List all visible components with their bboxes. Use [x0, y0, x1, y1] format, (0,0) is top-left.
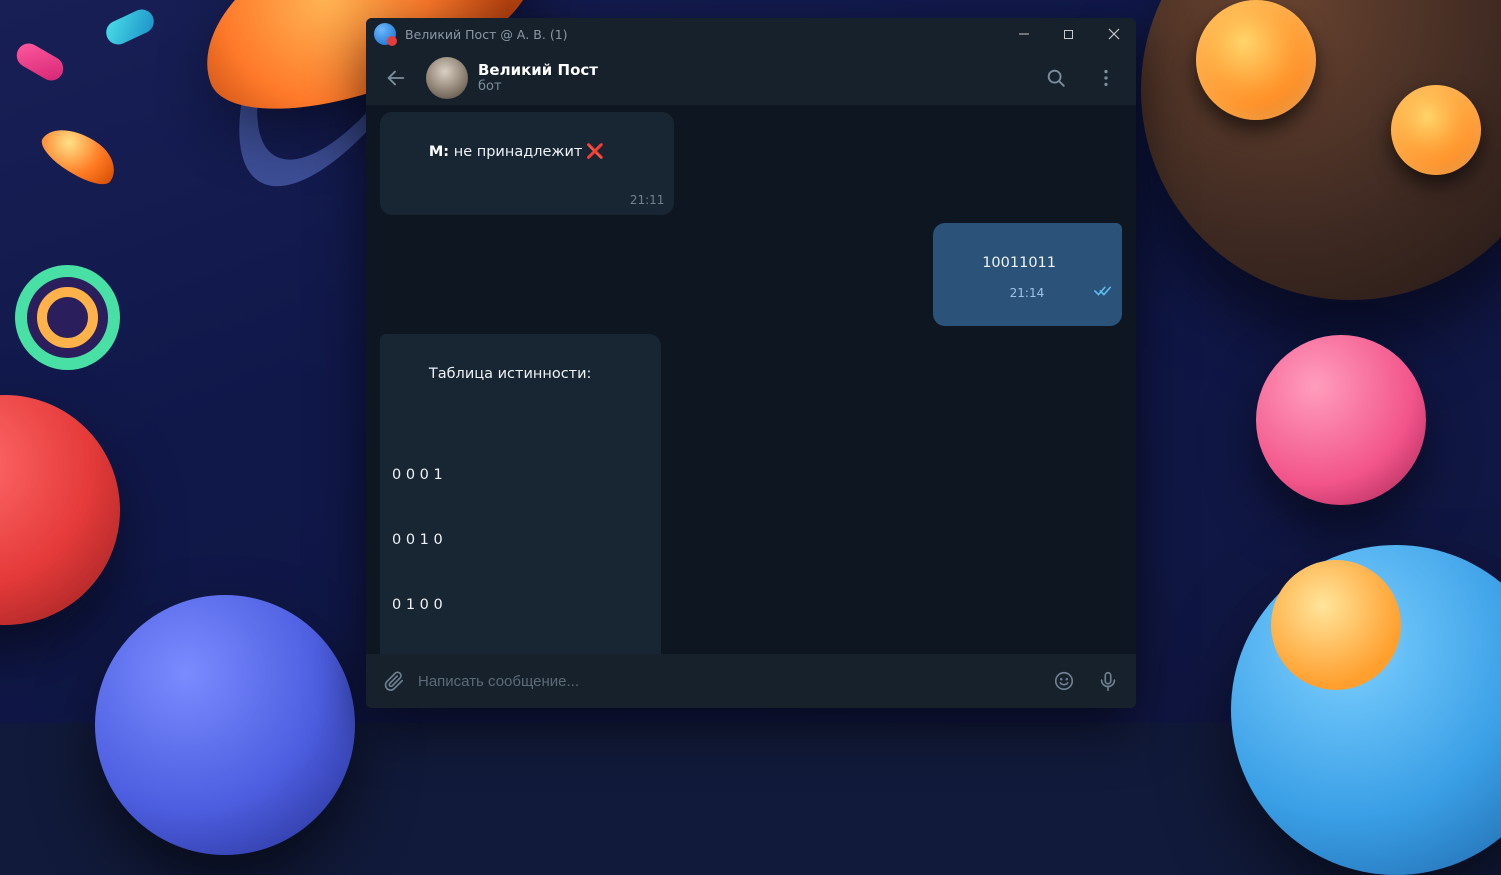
voice-message-icon[interactable] [1088, 661, 1128, 701]
truth-table-row: 0 0 1 0 [392, 530, 591, 552]
telegram-window: Великий Пост @ А. В. (1) Великий Пост бо… [366, 18, 1136, 708]
chat-title-block[interactable]: Великий Пост бот [478, 61, 598, 95]
window-maximize-button[interactable] [1046, 18, 1091, 50]
message-row: 10011011 21:14 [380, 223, 1122, 326]
message-time: 21:11 [630, 191, 665, 209]
emoji-icon[interactable] [1044, 661, 1084, 701]
more-menu-icon[interactable] [1086, 58, 1126, 98]
chat-subtitle: бот [478, 79, 598, 95]
composer [366, 654, 1136, 708]
chat-header: Великий Пост бот [366, 50, 1136, 106]
class-value: не принадлежит [449, 144, 582, 160]
class-label: M: [429, 144, 449, 160]
truth-table-row: 0 1 0 0 [392, 595, 591, 617]
messages-pane[interactable]: M: не принадлежит❌ 21:11 10011011 21:14 … [366, 106, 1136, 654]
message-row: M: не принадлежит❌ 21:11 [380, 112, 1122, 215]
truth-table-row: 0 0 0 1 [392, 465, 591, 487]
window-title: Великий Пост @ А. В. (1) [405, 27, 568, 42]
message-row: Таблица истинности: 0 0 0 1 0 0 1 0 0 1 … [380, 334, 1122, 654]
user-message[interactable]: 10011011 21:14 [933, 223, 1122, 326]
window-titlebar[interactable]: Великий Пост @ А. В. (1) [366, 18, 1136, 50]
window-close-button[interactable] [1091, 18, 1136, 50]
chat-title: Великий Пост [478, 61, 598, 79]
window-minimize-button[interactable] [1001, 18, 1046, 50]
back-button[interactable] [376, 58, 416, 98]
message-time: 21:14 [1010, 284, 1045, 302]
cross-icon: ❌ [586, 144, 604, 160]
bot-message[interactable]: M: не принадлежит❌ 21:11 [380, 112, 674, 215]
message-input[interactable] [418, 673, 1040, 690]
chat-avatar[interactable] [426, 57, 468, 99]
search-icon[interactable] [1036, 58, 1076, 98]
telegram-app-icon [374, 23, 396, 45]
truth-table-heading: Таблица истинности: [429, 366, 592, 382]
read-checks-icon [1048, 266, 1112, 320]
bot-message[interactable]: Таблица истинности: 0 0 0 1 0 0 1 0 0 1 … [380, 334, 661, 654]
attach-icon[interactable] [374, 661, 414, 701]
